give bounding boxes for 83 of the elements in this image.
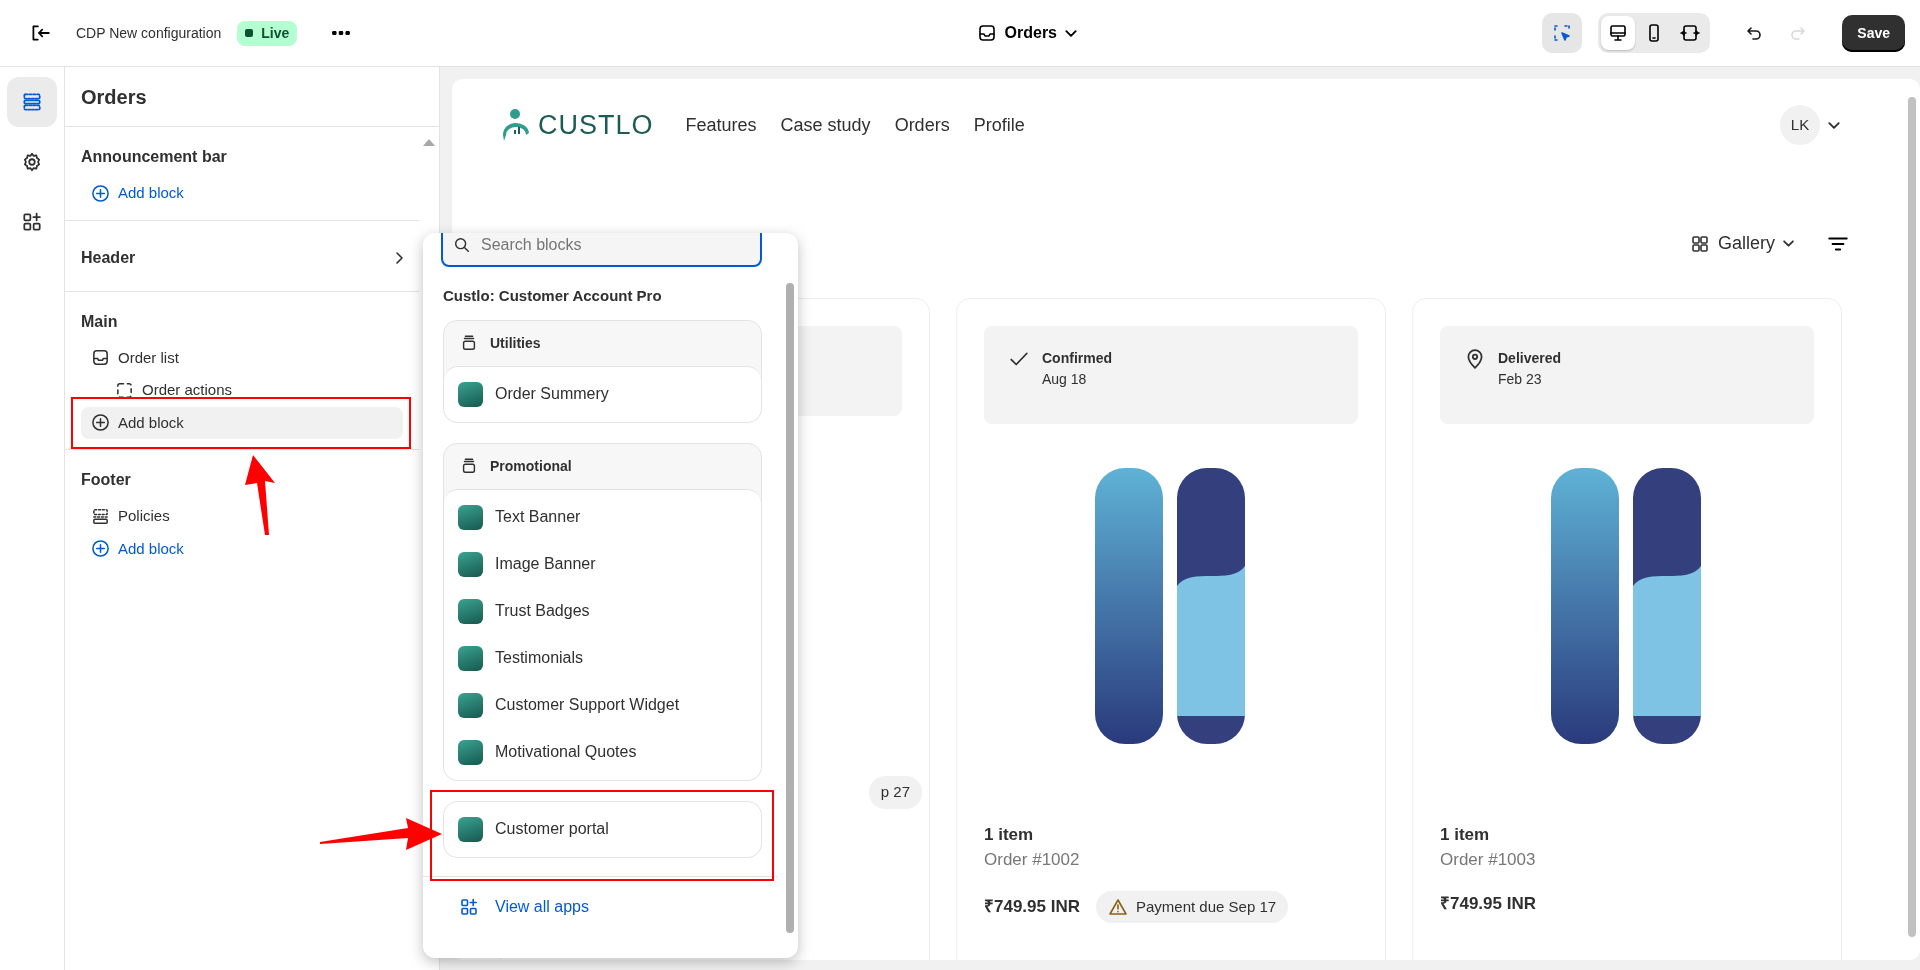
stack-icon xyxy=(460,457,478,475)
chevron-down-icon xyxy=(1065,29,1077,37)
cursor-select-button[interactable] xyxy=(1542,13,1583,54)
inbox-icon xyxy=(976,23,997,44)
sidebar-item[interactable]: Order list xyxy=(81,341,403,375)
plus-circle-icon xyxy=(91,539,110,559)
chevron-right-icon xyxy=(396,251,403,264)
desktop-button[interactable] xyxy=(1601,16,1636,51)
section-heading: Header xyxy=(81,247,136,268)
nav-link[interactable]: Orders xyxy=(894,112,950,139)
order-number: Order #1002 xyxy=(984,849,1081,872)
inbox-icon xyxy=(91,348,110,368)
grid-icon xyxy=(1690,233,1710,254)
order-number: Order #1003 xyxy=(1440,849,1537,872)
nav-link[interactable]: Case study xyxy=(780,112,871,139)
stack-icon xyxy=(460,334,478,352)
avatar[interactable]: LK xyxy=(1780,105,1820,146)
sections-icon xyxy=(21,91,43,114)
preview-scrollbar[interactable] xyxy=(1908,97,1916,938)
sidebar-item[interactable]: Policies xyxy=(81,500,403,533)
more-icon xyxy=(332,31,351,36)
order-price: ₹749.95 INR xyxy=(1440,892,1536,915)
brand-name: CUSTLO xyxy=(538,109,654,143)
status-date: Feb 23 xyxy=(1498,369,1543,389)
app-logo-icon xyxy=(458,645,483,671)
status-badge: Live xyxy=(237,20,298,46)
template-selector[interactable]: Orders xyxy=(976,13,1077,54)
section-heading: Main xyxy=(81,311,118,332)
payment-badge: Payment due Sep 17 xyxy=(1096,890,1289,924)
save-button[interactable]: Save xyxy=(1842,14,1905,52)
dashed-sections-icon xyxy=(91,507,110,526)
group-heading: Utilities xyxy=(490,333,541,353)
block-option[interactable]: Text Banner xyxy=(444,493,761,541)
picker-scrollbar[interactable] xyxy=(786,283,794,933)
app-logo-icon xyxy=(458,381,483,407)
section-heading: Announcement bar xyxy=(81,147,227,168)
block-option[interactable]: Testimonials xyxy=(444,634,761,682)
status-label: Delivered xyxy=(1498,348,1562,368)
nav-link[interactable]: Profile xyxy=(973,112,1025,139)
item-count: 1 item xyxy=(984,823,1035,846)
view-selector[interactable]: Gallery xyxy=(1690,223,1794,264)
view-all-apps-link[interactable]: View all apps xyxy=(423,876,798,919)
nav-link[interactable]: Features xyxy=(685,112,757,139)
section-heading: Footer xyxy=(81,470,131,491)
app-logo-icon xyxy=(458,551,483,577)
chevron-down-icon xyxy=(1783,240,1794,248)
config-title: CDP New configuration xyxy=(76,23,222,43)
warning-icon xyxy=(1108,897,1128,917)
settings-icon xyxy=(21,151,43,174)
add-block-link[interactable]: Add block xyxy=(81,532,403,566)
app-logo-icon xyxy=(458,739,483,765)
block-option[interactable]: Customer Support Widget xyxy=(444,681,761,729)
desktop-icon xyxy=(1608,23,1629,44)
item-count: 1 item xyxy=(1440,823,1491,846)
chevron-down-icon xyxy=(1828,122,1840,129)
cursor-select-icon xyxy=(1552,23,1573,44)
sidebar-item[interactable]: Order actions xyxy=(105,374,403,407)
app-logo-icon xyxy=(458,598,483,624)
search-icon xyxy=(453,236,471,254)
add-block-link[interactable]: Add block xyxy=(81,177,403,210)
search-field[interactable]: Search blocks xyxy=(441,233,762,267)
sections-tab[interactable] xyxy=(7,77,57,128)
app-logo-icon xyxy=(458,504,483,530)
block-option[interactable]: Motivational Quotes xyxy=(444,728,761,776)
group-heading: Promotional xyxy=(490,456,572,476)
plus-circle-icon xyxy=(91,184,110,203)
status-label: Confirmed xyxy=(1042,348,1112,368)
app-name: Custlo: Customer Account Pro xyxy=(443,286,663,306)
add-block-link[interactable]: Add block xyxy=(81,406,403,440)
apps-icon xyxy=(459,896,479,917)
app-logo-icon xyxy=(458,816,483,842)
apps-icon xyxy=(21,211,43,234)
app-logo-icon xyxy=(458,692,483,718)
width-arrows-icon xyxy=(1680,23,1701,44)
status-date: Aug 18 xyxy=(1042,369,1088,389)
payment-badge: p 27 xyxy=(868,776,922,809)
dashed-square-icon xyxy=(115,381,134,400)
search-input[interactable]: Search blocks xyxy=(479,233,750,258)
block-option[interactable]: Image Banner xyxy=(444,540,761,588)
panel-title: Orders xyxy=(65,67,439,128)
order-price: ₹749.95 INR xyxy=(984,896,1080,919)
plus-circle-icon xyxy=(91,413,110,433)
block-option[interactable]: Trust Badges xyxy=(444,587,761,635)
